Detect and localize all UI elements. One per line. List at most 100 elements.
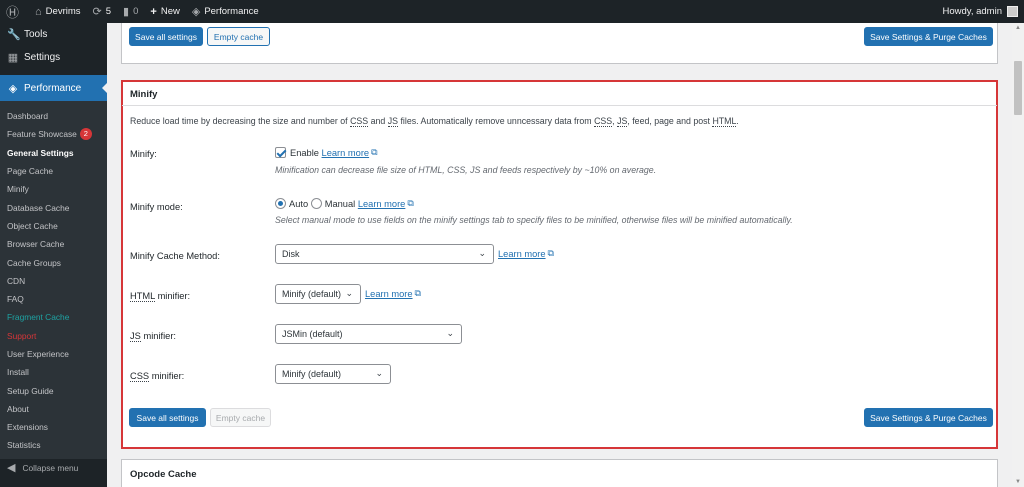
- submenu-item-label: User Experience: [7, 349, 69, 359]
- html-minifier-learn-more-link[interactable]: Learn more: [365, 289, 413, 299]
- performance-icon: ◈: [8, 82, 18, 95]
- submenu-item-minify[interactable]: Minify: [0, 180, 107, 198]
- submenu-item-object-cache[interactable]: Object Cache: [0, 217, 107, 235]
- minify-empty-cache-button: Empty cache: [210, 408, 271, 427]
- submenu-item-label: Database Cache: [7, 202, 70, 213]
- updates-icon: ⟳: [92, 6, 102, 18]
- opcode-cache-box: Opcode Cache: [121, 459, 998, 487]
- new-content-menu[interactable]: + New: [144, 0, 185, 23]
- intro-text-4: , feed, page and post: [627, 116, 713, 126]
- menu-performance[interactable]: ◈ Performance: [0, 75, 107, 101]
- minify-mode-row: Auto Manual Learn more ⧉: [275, 198, 414, 209]
- cache-method-learn-more-link[interactable]: Learn more: [498, 249, 546, 259]
- css-abbr: CSS: [130, 371, 150, 382]
- menu-performance-label: Performance: [24, 82, 82, 94]
- chevron-down-icon: ⌄: [375, 368, 383, 378]
- submenu-item-fragment-cache[interactable]: Fragment Cache: [0, 308, 107, 326]
- submenu-item-database-cache[interactable]: Database Cache: [0, 198, 107, 216]
- minify-enable-label[interactable]: Enable: [290, 148, 319, 158]
- collapse-icon: ◀: [7, 462, 16, 474]
- intro-css-abbr: CSS: [350, 116, 369, 127]
- submenu-item-feature-showcase[interactable]: Feature Showcase 2: [0, 125, 107, 143]
- submenu-item-about[interactable]: About: [0, 400, 107, 418]
- submenu-item-label: Support: [7, 330, 37, 341]
- wordpress-logo-menu[interactable]: Ⓗ: [0, 0, 29, 23]
- submenu-item-statistics[interactable]: Statistics: [0, 436, 107, 454]
- intro-css-abbr-2: CSS: [594, 116, 613, 127]
- save-purge-caches-button[interactable]: Save Settings & Purge Caches: [864, 27, 993, 46]
- performance-icon: ◈: [191, 6, 201, 18]
- updates-count: 5: [105, 6, 112, 17]
- submenu-item-cdn[interactable]: CDN: [0, 272, 107, 290]
- external-link-icon: ⧉: [547, 248, 554, 258]
- home-icon: ⌂: [35, 5, 42, 18]
- submenu-item-browser-cache[interactable]: Browser Cache: [0, 235, 107, 253]
- submenu-item-page-cache[interactable]: Page Cache: [0, 162, 107, 180]
- minify-header-divider: [122, 105, 997, 106]
- save-all-settings-button[interactable]: Save all settings: [129, 27, 203, 46]
- minify-enable-checkbox[interactable]: [275, 147, 286, 158]
- submenu-item-faq[interactable]: FAQ: [0, 290, 107, 308]
- submenu-item-label: About: [7, 403, 29, 414]
- minify-intro: Reduce load time by decreasing the size …: [130, 116, 739, 127]
- html-minifier-value: Minify (default): [282, 289, 342, 299]
- submenu-item-setup-guide[interactable]: Setup Guide: [0, 381, 107, 399]
- top-settings-box: Save all settings Empty cache Save Setti…: [121, 23, 998, 64]
- minify-save-purge-caches-button[interactable]: Save Settings & Purge Caches: [864, 408, 993, 427]
- collapse-menu-label: Collapse menu: [22, 462, 79, 473]
- html-minifier-select[interactable]: Minify (default) ⌄: [275, 284, 361, 304]
- minify-mode-manual-label[interactable]: Manual: [325, 199, 356, 209]
- submenu-item-cache-groups[interactable]: Cache Groups: [0, 253, 107, 271]
- menu-settings-label: Settings: [24, 52, 61, 63]
- minify-mode-auto-label[interactable]: Auto: [289, 199, 308, 209]
- minify-save-all-settings-button[interactable]: Save all settings: [129, 408, 206, 427]
- minify-description: Minification can decrease file size of H…: [275, 165, 657, 175]
- js-minifier-label-text: minifier:: [143, 331, 176, 341]
- chevron-down-icon: ⌄: [478, 248, 486, 258]
- admin-bar: Ⓗ ⌂ Devrims ⟳ 5 ▮ 0 + New ◈ Performance Howdy…: [0, 0, 1024, 23]
- submenu-item-label: Statistics: [7, 440, 41, 451]
- external-link-icon: ⧉: [371, 147, 378, 157]
- minify-cache-method-select[interactable]: Disk ⌄: [275, 244, 494, 264]
- submenu-item-extensions[interactable]: Extensions: [0, 418, 107, 436]
- page-scrollbar[interactable]: ▲ ▼: [1012, 23, 1024, 487]
- minify-mode-auto-radio[interactable]: [275, 198, 286, 209]
- minify-mode-manual-radio[interactable]: [310, 198, 322, 209]
- scrollbar-thumb[interactable]: [1014, 61, 1022, 115]
- minify-learn-more-link[interactable]: Learn more: [322, 148, 370, 158]
- intro-period: .: [736, 116, 739, 126]
- empty-cache-button[interactable]: Empty cache: [207, 27, 270, 46]
- menu-settings[interactable]: ▦ Settings: [0, 46, 107, 69]
- html-minifier-label-text: minifier:: [157, 291, 191, 301]
- account-menu[interactable]: Howdy, admin: [943, 0, 1018, 23]
- minify-mode-learn-more-link[interactable]: Learn more: [358, 199, 406, 209]
- submenu-item-general-settings[interactable]: General Settings: [0, 144, 107, 162]
- menu-tools[interactable]: 🔧 Tools: [0, 23, 107, 46]
- updates-menu[interactable]: ⟳ 5: [87, 0, 118, 23]
- minify-cache-method-value: Disk: [282, 249, 300, 259]
- submenu-item-label: Extensions: [7, 422, 48, 433]
- performance-menu[interactable]: ◈ Performance: [186, 0, 265, 23]
- scroll-up-icon[interactable]: ▲: [1015, 25, 1021, 31]
- performance-submenu: Dashboard Feature Showcase 2 General Settin…: [0, 101, 107, 459]
- new-label: New: [160, 6, 180, 17]
- submenu-item-dashboard[interactable]: Dashboard: [0, 107, 107, 125]
- submenu-item-user-experience[interactable]: User Experience: [0, 345, 107, 363]
- collapse-menu-button[interactable]: ◀ Collapse menu: [7, 461, 78, 474]
- admin-sidebar: 🔧 Tools ▦ Settings ◈ Performance Dashboard F…: [0, 23, 107, 487]
- submenu-item-support[interactable]: Support: [0, 327, 107, 345]
- settings-icon: ▦: [7, 52, 19, 64]
- js-minifier-value: JSMin (default): [282, 329, 343, 339]
- submenu-item-label: FAQ: [7, 294, 24, 305]
- intro-text-2: and: [368, 116, 388, 126]
- wordpress-icon: Ⓗ: [6, 5, 20, 20]
- css-minifier-select[interactable]: Minify (default) ⌄: [275, 364, 391, 384]
- submenu-item-label: Feature Showcase: [7, 129, 77, 140]
- submenu-item-install[interactable]: Install: [0, 363, 107, 381]
- js-minifier-select[interactable]: JSMin (default) ⌄: [275, 324, 462, 344]
- site-name-menu[interactable]: ⌂ Devrims: [29, 0, 87, 23]
- scroll-down-icon[interactable]: ▼: [1015, 479, 1021, 485]
- comments-menu[interactable]: ▮ 0: [117, 0, 144, 23]
- minify-mode-label: Minify mode:: [130, 202, 183, 212]
- minify-label: Minify:: [130, 149, 157, 159]
